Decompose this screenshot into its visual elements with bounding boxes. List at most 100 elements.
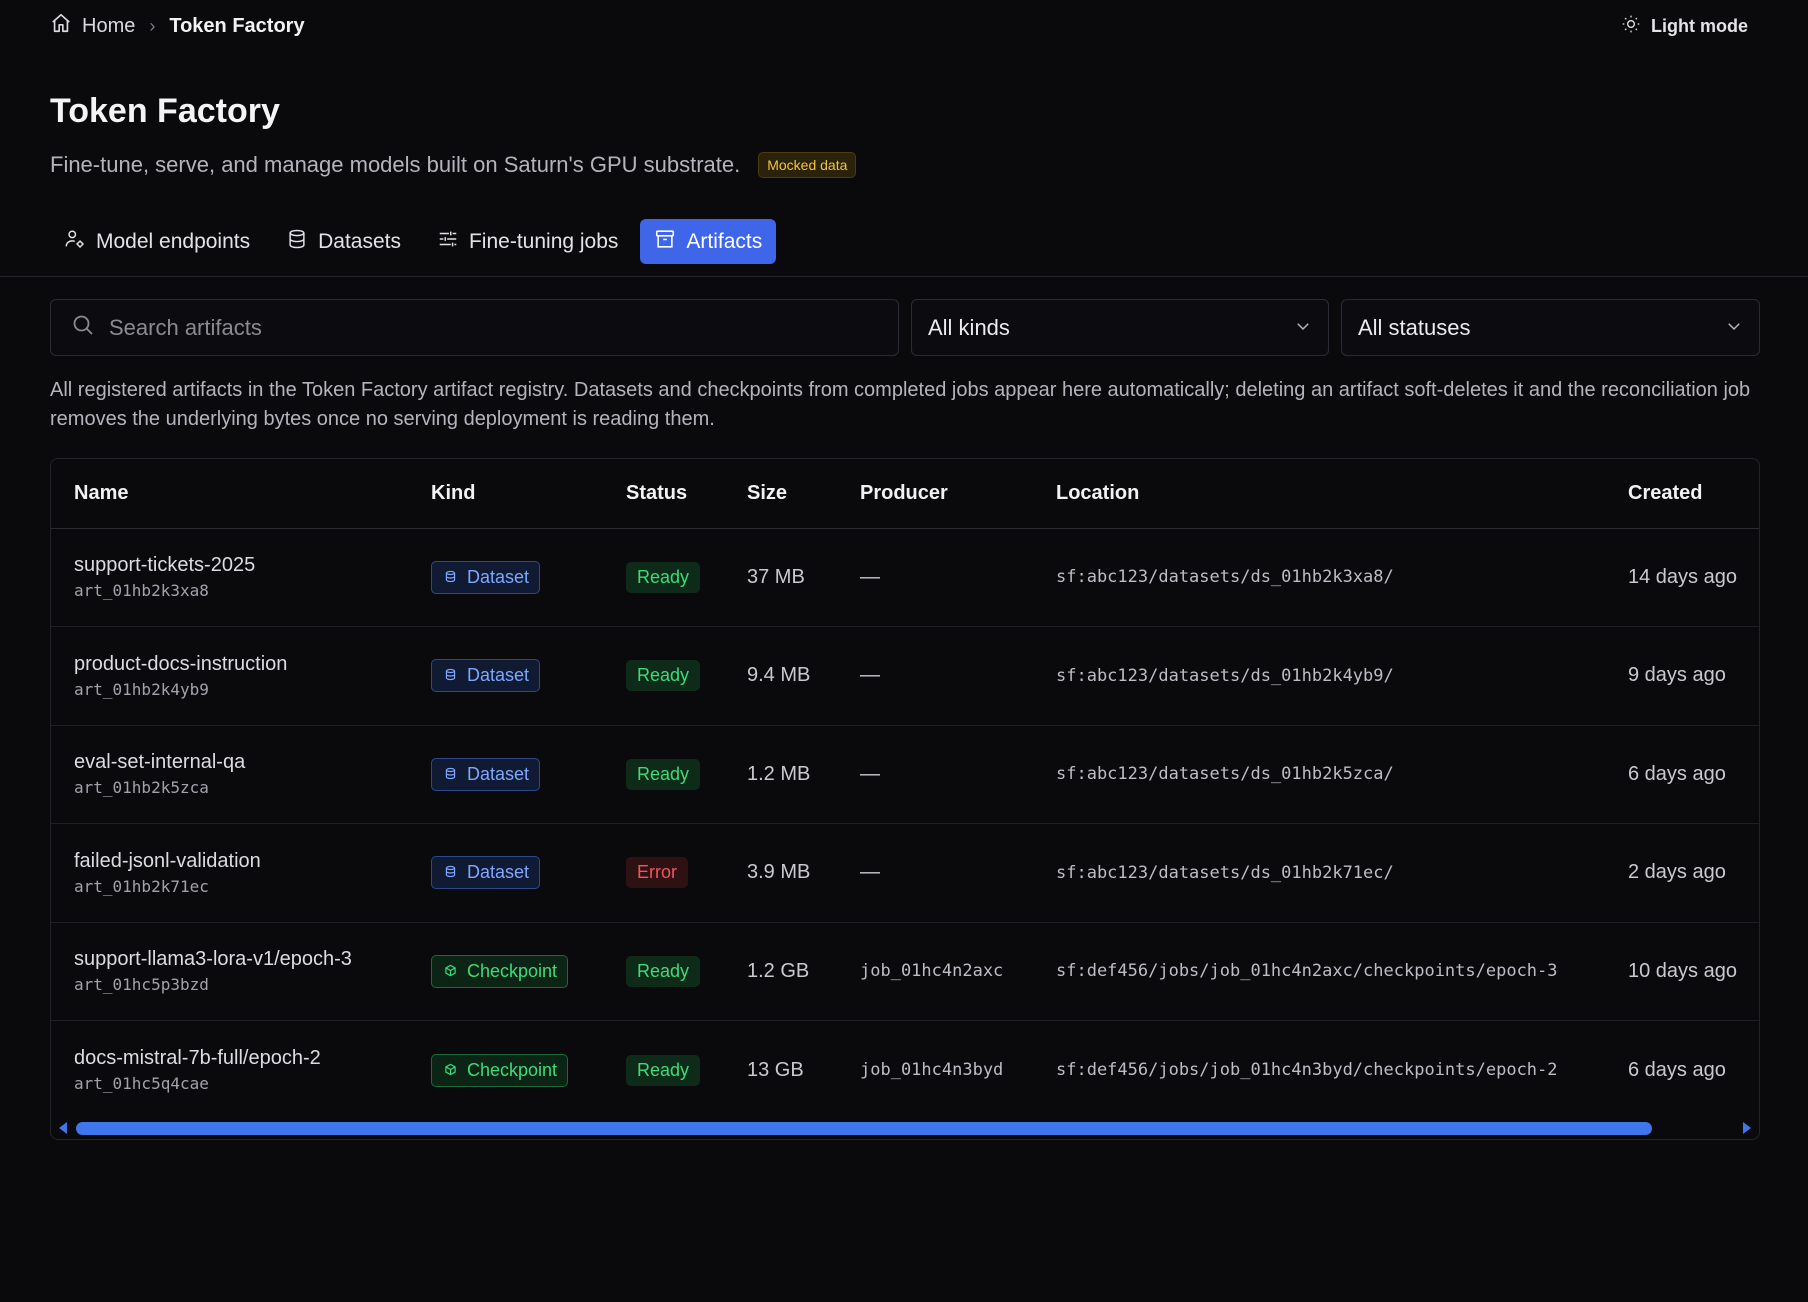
cell-producer: — (837, 626, 1033, 726)
kind-badge-label: Dataset (467, 665, 530, 686)
status-badge: Ready (626, 660, 701, 692)
theme-toggle-label: Light mode (1651, 15, 1748, 36)
cell-size: 13 GB (747, 1058, 804, 1081)
cell-created: 10 days ago (1605, 922, 1759, 1021)
status-filter-select[interactable]: All statuses (1341, 299, 1760, 356)
tab-datasets[interactable]: Datasets (272, 219, 415, 264)
tab-bar: Model endpoints Datasets Fine-tuning job… (50, 219, 777, 264)
artifact-name[interactable]: product-docs-instruction (74, 653, 408, 676)
table-row[interactable]: eval-set-internal-qa art_01hb2k5zca Data… (51, 725, 1759, 824)
cell-kind: Dataset (408, 725, 603, 824)
chevron-down-icon (1725, 315, 1743, 341)
artifact-id: art_01hc5q4cae (74, 1074, 209, 1093)
status-badge: Ready (626, 1054, 701, 1086)
cube-icon (444, 1060, 457, 1081)
cell-created: 14 days ago (1605, 528, 1759, 627)
artifacts-table-container: Name Kind Status Size Producer Location … (50, 458, 1760, 1140)
cell-location: sf:abc123/datasets/ds_01hb2k71ec/ (1033, 823, 1605, 923)
kind-filter-select[interactable]: All kinds (911, 299, 1329, 356)
artifact-name[interactable]: eval-set-internal-qa (74, 751, 408, 774)
cell-status: Ready (603, 528, 724, 627)
column-header-producer[interactable]: Producer (837, 459, 1033, 529)
cell-producer[interactable]: job_01hc4n3byd (837, 1021, 1033, 1120)
table-row[interactable]: support-llama3-lora-v1/epoch-3 art_01hc5… (51, 922, 1759, 1021)
table-header-row: Name Kind Status Size Producer Location … (51, 459, 1759, 529)
cell-name: support-llama3-lora-v1/epoch-3 art_01hc5… (51, 922, 408, 1021)
cell-status: Ready (603, 922, 724, 1021)
tab-model-endpoints-label: Model endpoints (96, 229, 251, 253)
cell-status: Ready (603, 725, 724, 824)
search-input[interactable] (109, 314, 878, 341)
database-icon (444, 567, 457, 588)
mocked-data-badge: Mocked data (758, 152, 857, 178)
filter-bar: All kinds All statuses (50, 299, 1760, 356)
artifact-id: art_01hb2k71ec (74, 876, 209, 896)
user-gear-icon (64, 228, 86, 256)
top-bar: Home › Token Factory Light mode (50, 10, 1748, 42)
kind-badge: Checkpoint (431, 954, 569, 988)
kind-badge: Checkpoint (431, 1053, 569, 1087)
theme-toggle-button[interactable]: Light mode (1621, 14, 1748, 39)
home-icon (50, 12, 72, 40)
column-header-location[interactable]: Location (1033, 459, 1605, 529)
column-header-name[interactable]: Name (51, 459, 408, 529)
cell-producer[interactable]: job_01hc4n2axc (837, 922, 1033, 1021)
cell-created: 6 days ago (1605, 725, 1759, 824)
cell-created: 2 days ago (1605, 823, 1759, 923)
page-subtitle: Fine-tune, serve, and manage models buil… (50, 152, 741, 177)
search-box (50, 299, 899, 356)
tab-fine-tuning-jobs-label: Fine-tuning jobs (468, 229, 619, 253)
cell-kind: Dataset (408, 626, 603, 726)
cell-created: 9 days ago (1605, 626, 1759, 726)
chevron-down-icon (1294, 315, 1312, 341)
cell-kind: Dataset (408, 528, 603, 627)
table-row[interactable]: docs-mistral-7b-full/epoch-2 art_01hc5q4… (51, 1021, 1759, 1120)
table-row[interactable]: failed-jsonl-validation art_01hb2k71ec D… (51, 823, 1759, 923)
cell-size: 9.4 MB (724, 626, 837, 726)
tab-datasets-label: Datasets (318, 229, 401, 253)
breadcrumb: Home › Token Factory (50, 12, 305, 40)
tab-fine-tuning-jobs[interactable]: Fine-tuning jobs (423, 219, 632, 264)
column-header-status[interactable]: Status (603, 459, 724, 529)
cell-location: sf:abc123/datasets/ds_01hb2k4yb9/ (1033, 626, 1605, 726)
sliders-icon (437, 228, 459, 256)
search-icon (71, 313, 95, 342)
artifact-name[interactable]: failed-jsonl-validation (74, 850, 408, 873)
cell-location: sf:abc123/datasets/ds_01hb2k3xa8/ (1033, 528, 1605, 627)
tab-model-endpoints[interactable]: Model endpoints (50, 219, 264, 264)
column-header-kind[interactable]: Kind (408, 459, 603, 529)
cell-name: eval-set-internal-qa art_01hb2k5zca (51, 725, 408, 824)
cube-icon (444, 961, 457, 982)
table-row[interactable]: product-docs-instruction art_01hb2k4yb9 … (51, 626, 1759, 726)
horizontal-scrollbar[interactable] (51, 1117, 1759, 1139)
cell-location: sf:abc123/datasets/ds_01hb2k5zca/ (1033, 725, 1605, 824)
kind-badge-label: Dataset (467, 763, 530, 784)
status-badge: Ready (626, 758, 701, 790)
table-row[interactable]: support-tickets-2025 art_01hb2k3xa8 Data… (51, 528, 1759, 627)
column-header-created[interactable]: Created (1605, 459, 1759, 529)
cell-size: 3.9 MB (724, 823, 837, 923)
kind-badge-label: Checkpoint (467, 960, 558, 981)
column-header-size[interactable]: Size (724, 459, 837, 529)
artifacts-table: Name Kind Status Size Producer Location … (51, 459, 1759, 1120)
cell-kind: Dataset (408, 823, 603, 923)
artifact-name[interactable]: docs-mistral-7b-full/epoch-2 (74, 1047, 408, 1070)
scrollbar-thumb[interactable] (76, 1121, 1652, 1135)
kind-badge: Dataset (431, 856, 541, 890)
scroll-left-arrow-icon[interactable] (59, 1122, 67, 1134)
tabs-divider (0, 276, 1808, 277)
status-badge: Ready (626, 561, 701, 593)
breadcrumb-home[interactable]: Home (50, 12, 135, 40)
scroll-right-arrow-icon[interactable] (1743, 1122, 1751, 1134)
cell-name: product-docs-instruction art_01hb2k4yb9 (51, 626, 408, 726)
cell-name: support-tickets-2025 art_01hb2k3xa8 (51, 528, 408, 627)
database-icon (444, 665, 457, 686)
tab-artifacts[interactable]: Artifacts (640, 219, 777, 264)
sun-icon (1621, 14, 1641, 39)
breadcrumb-current-label: Token Factory (169, 14, 305, 37)
archive-icon (654, 228, 676, 256)
cell-size: 37 MB (724, 528, 837, 627)
artifact-name[interactable]: support-tickets-2025 (74, 554, 408, 577)
status-filter-value: All statuses (1358, 314, 1471, 340)
artifact-name[interactable]: support-llama3-lora-v1/epoch-3 (74, 948, 408, 971)
